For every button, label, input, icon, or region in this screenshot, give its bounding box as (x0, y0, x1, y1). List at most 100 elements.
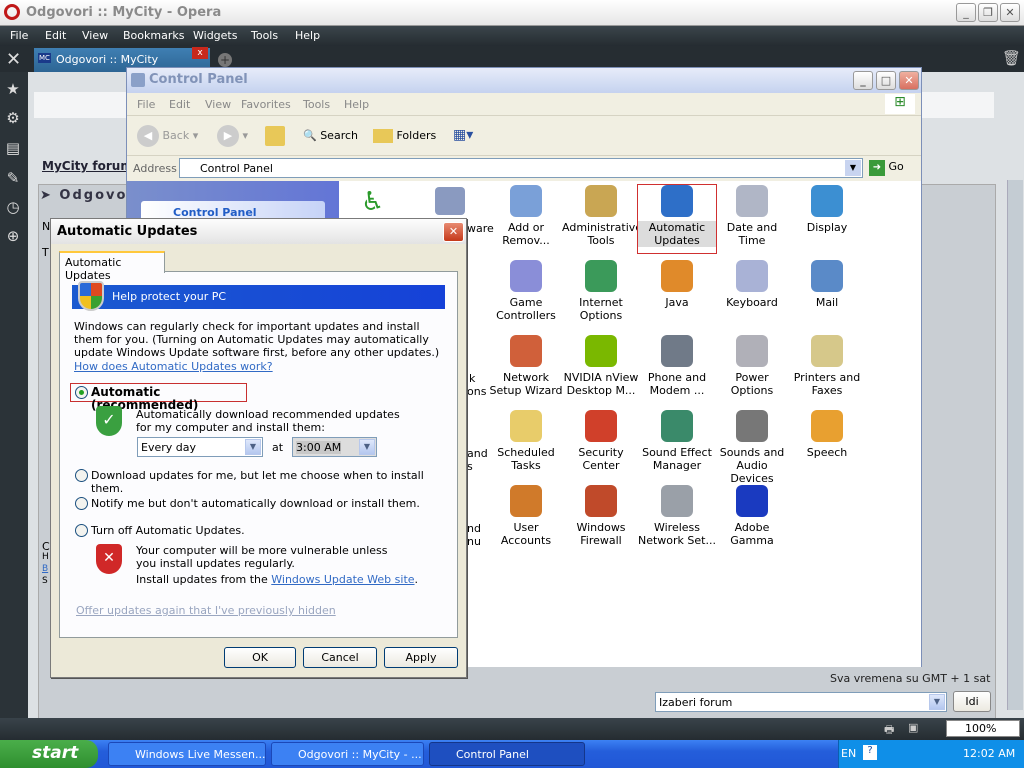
minimize-button[interactable]: _ (956, 3, 976, 22)
trash-icon[interactable]: 🗑 (1002, 49, 1021, 67)
menu-tools[interactable]: Tools (251, 29, 278, 42)
cp-item[interactable]: Wireless Network Set... (638, 485, 716, 547)
address-input[interactable]: Control Panel ▼ (179, 158, 863, 178)
history-clock-icon[interactable]: ◷ (4, 198, 22, 216)
radio-automatic[interactable] (75, 386, 88, 399)
how-it-works-link[interactable]: How does Automatic Updates work? (74, 360, 273, 373)
cp-menu-file[interactable]: File (137, 98, 155, 111)
cp-menu-help[interactable]: Help (344, 98, 369, 111)
cp-item[interactable]: NVIDIA nView Desktop M... (562, 335, 640, 397)
back-button[interactable]: ◀ Back ▾ (137, 125, 198, 147)
tab-automatic-updates[interactable]: Automatic Updates (59, 251, 165, 282)
cp-item[interactable]: Adobe Gamma (713, 485, 791, 547)
cp-item[interactable]: Printers and Faxes (788, 335, 866, 397)
cp-item[interactable]: Speech (788, 410, 866, 459)
cp-menu-view[interactable]: View (205, 98, 231, 111)
task-messenger[interactable]: Windows Live Messen... (108, 742, 266, 766)
close-button[interactable]: ✕ (1000, 3, 1020, 22)
option-off-label[interactable]: Turn off Automatic Updates. (91, 524, 245, 537)
cp-item[interactable]: Sounds and Audio Devices (713, 410, 791, 485)
maximize-button[interactable]: ❐ (978, 3, 998, 22)
cp-item[interactable]: Date and Time (713, 185, 791, 247)
cp-item[interactable]: Administrative Tools (562, 185, 642, 247)
day-select[interactable]: Every day ▼ (137, 437, 263, 457)
cp-item[interactable]: Network Setup Wizard (487, 335, 565, 397)
option-download-label[interactable]: Download updates for me, but let me choo… (91, 469, 457, 495)
folders-button[interactable]: Folders (373, 129, 436, 143)
cp-item[interactable]: Game Controllers (487, 260, 565, 322)
forum-select[interactable]: Izaberi forum ▼ (655, 692, 947, 712)
dialog-close-button[interactable]: ✕ (443, 222, 464, 242)
cp-item[interactable]: Automatic Updates (637, 184, 717, 254)
go-button[interactable]: ➜ Go (869, 160, 904, 176)
menu-edit[interactable]: Edit (45, 29, 66, 42)
accessibility-icon[interactable]: ♿ (361, 187, 384, 217)
cp-item[interactable]: Sound Effect Manager (638, 410, 716, 472)
up-folder-icon[interactable] (265, 126, 285, 146)
ok-button[interactable]: OK (224, 647, 296, 668)
time-select[interactable]: 3:00 AM ▼ (292, 437, 377, 457)
cancel-button[interactable]: Cancel (303, 647, 377, 668)
cp-item[interactable]: Display (788, 185, 866, 234)
cp-menu-favorites[interactable]: Favorites (241, 98, 291, 111)
apply-button[interactable]: Apply (384, 647, 458, 668)
cp-item[interactable]: Phone and Modem ... (638, 335, 716, 397)
chevron-down-icon[interactable]: ▼ (845, 160, 861, 176)
search-button[interactable]: 🔍 Search (303, 129, 358, 142)
cp-menu-tools[interactable]: Tools (303, 98, 330, 111)
clock: 12:02 AM (963, 747, 1016, 760)
radio-download[interactable] (75, 469, 88, 482)
radio-turn-off[interactable] (75, 524, 88, 537)
menu-view[interactable]: View (82, 29, 108, 42)
task-opera[interactable]: Odgovori :: MyCity - ... (271, 742, 424, 766)
option-automatic[interactable]: Automatic (recommended) (70, 383, 247, 412)
help-icon[interactable]: ? (863, 745, 877, 760)
cp-close-button[interactable]: ✕ (899, 71, 919, 90)
menu-widgets[interactable]: Widgets (193, 29, 237, 42)
offer-hidden-link[interactable]: Offer updates again that I've previously… (76, 604, 336, 617)
print-icon[interactable]: 🖶 (884, 721, 894, 740)
feeds-icon[interactable]: ✎ (4, 169, 22, 187)
forum-link[interactable]: MyCity forum (42, 159, 133, 173)
cp-maximize-button[interactable]: □ (876, 71, 896, 90)
intro-text: Windows can regularly check for importan… (74, 320, 440, 359)
tab-close-icon[interactable]: x (192, 47, 208, 59)
cp-minimize-button[interactable]: _ (853, 71, 873, 90)
forward-button[interactable]: ▶ ▾ (217, 125, 248, 147)
cp-item-label: Security Center (578, 446, 624, 472)
menu-file[interactable]: File (10, 29, 28, 42)
cp-item[interactable]: Add or Remov... (487, 185, 565, 247)
tools-icon[interactable]: ✕ (6, 49, 21, 70)
cp-item[interactable]: Mail (788, 260, 866, 309)
settings-gear-icon[interactable]: ⚙ (4, 109, 22, 127)
cp-item[interactable]: Scheduled Tasks (487, 410, 565, 472)
zoom-select[interactable]: 100% (946, 720, 1020, 737)
radio-notify[interactable] (75, 497, 88, 510)
notes-icon[interactable]: ▤ (4, 139, 22, 157)
bookmarks-star-icon[interactable]: ★ (4, 80, 22, 98)
option-notify-label[interactable]: Notify me but don't automatically downlo… (91, 497, 420, 510)
tab-panel: Help protect your PC Windows can regular… (59, 271, 458, 638)
cp-item[interactable]: User Accounts (487, 485, 565, 547)
windows-update-link[interactable]: Windows Update Web site (271, 573, 414, 586)
add-hardware-icon[interactable] (435, 187, 465, 215)
go-button[interactable]: Idi (953, 691, 991, 712)
language-indicator[interactable]: EN (841, 747, 856, 760)
menu-help[interactable]: Help (295, 29, 320, 42)
cp-item[interactable]: Security Center (562, 410, 640, 472)
page-scrollbar[interactable] (1007, 180, 1023, 710)
cp-menu-edit[interactable]: Edit (169, 98, 190, 111)
menu-bookmarks[interactable]: Bookmarks (123, 29, 184, 42)
image-toggle-icon[interactable]: ▣ (908, 721, 918, 734)
address-value: Control Panel (200, 162, 273, 175)
cp-item[interactable]: Internet Options (562, 260, 640, 322)
new-tab-button[interactable]: + (218, 53, 232, 67)
start-button[interactable]: start (0, 740, 98, 768)
cp-item[interactable]: Keyboard (713, 260, 791, 309)
views-button[interactable]: ▦▾ (453, 127, 487, 147)
cp-item[interactable]: Windows Firewall (562, 485, 640, 547)
cp-item[interactable]: Power Options (713, 335, 791, 397)
cp-item[interactable]: Java (638, 260, 716, 309)
task-control-panel[interactable]: Control Panel (429, 742, 585, 766)
add-panel-icon[interactable]: ⊕ (4, 227, 22, 245)
